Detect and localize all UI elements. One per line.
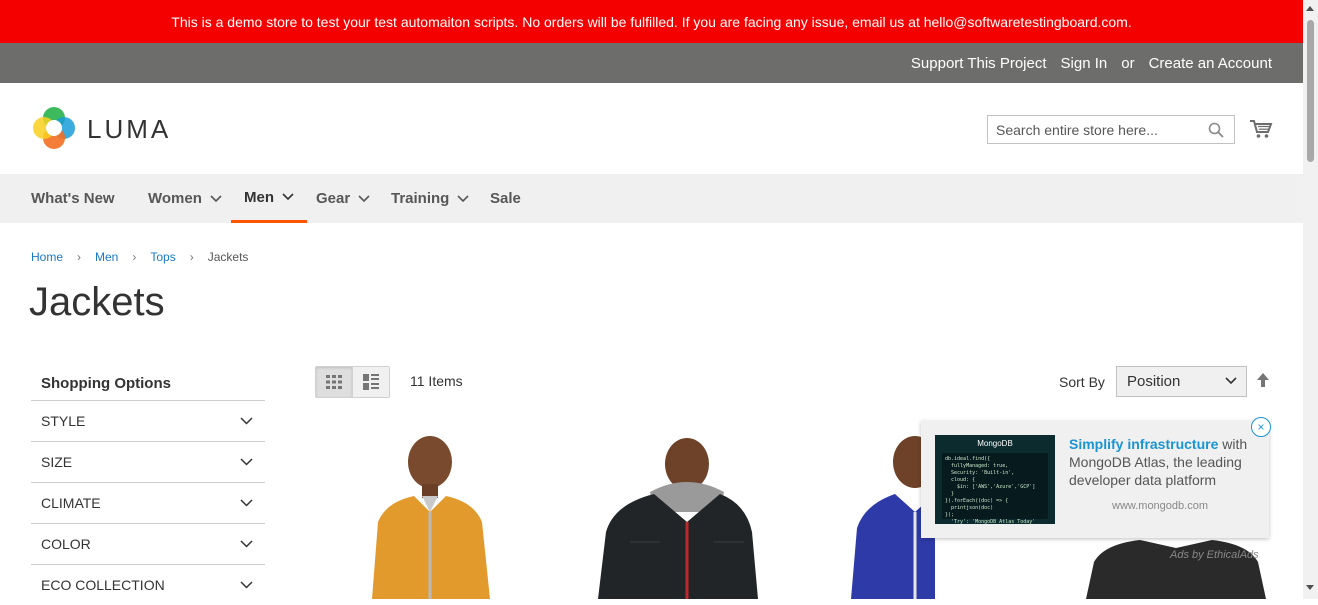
chevron-down-icon — [1225, 377, 1237, 385]
breadcrumb-current: Jackets — [207, 250, 249, 264]
view-mode-switcher — [315, 366, 390, 398]
scroll-up-arrow-icon[interactable] — [1306, 6, 1314, 11]
filter-label: CLIMATE — [41, 495, 101, 511]
search-box — [987, 115, 1235, 144]
list-icon — [363, 374, 379, 390]
chevron-down-icon — [457, 194, 469, 202]
page-title: Jackets — [29, 280, 165, 324]
logo[interactable]: LUMA — [31, 105, 171, 151]
grid-icon — [326, 375, 342, 389]
scrollbar-thumb[interactable] — [1307, 20, 1314, 162]
nav-item-women[interactable]: Women — [148, 174, 222, 223]
sort-by-select[interactable]: Position — [1116, 366, 1247, 397]
sponsored-ad: MongoDB db.ideal.find({ fullyManaged: tr… — [921, 417, 1271, 538]
breadcrumb-home[interactable]: Home — [31, 250, 63, 264]
vertical-scrollbar[interactable] — [1303, 0, 1318, 599]
chevron-down-icon — [240, 458, 253, 466]
nav-item-sale[interactable]: Sale — [490, 174, 521, 223]
header-panel: Support This Project Sign In or Create a… — [0, 43, 1303, 83]
filter-label: ECO COLLECTION — [41, 577, 165, 593]
chevron-down-icon — [240, 581, 253, 589]
or-text: or — [1121, 54, 1135, 72]
nav-label: Sale — [490, 190, 521, 207]
product-image-orange-jacket[interactable] — [350, 432, 510, 599]
breadcrumb: Home › Men › Tops › Jackets — [31, 250, 248, 264]
header-links: Support This Project Sign In or Create a… — [911, 43, 1272, 83]
grid-view-button[interactable] — [316, 367, 352, 397]
filter-label: SIZE — [41, 454, 73, 470]
filter-color[interactable]: COLOR — [31, 523, 265, 564]
sort-by-value: Position — [1127, 373, 1181, 390]
nav-item-training[interactable]: Training — [391, 174, 469, 223]
nav-item-men[interactable]: Men — [231, 174, 307, 223]
shopping-options-sidebar: Shopping Options STYLE SIZE CLIMATE COLO… — [31, 365, 265, 605]
sign-in-link[interactable]: Sign In — [1061, 55, 1108, 72]
ad-credit[interactable]: Ads by EthicalAds — [1170, 549, 1259, 561]
chevron-down-icon — [358, 194, 370, 202]
cart-icon[interactable] — [1249, 119, 1273, 144]
nav-item-whats-new[interactable]: What's New — [31, 174, 115, 223]
breadcrumb-tops[interactable]: Tops — [150, 250, 175, 264]
breadcrumb-men[interactable]: Men — [95, 250, 118, 264]
product-image-black-jacket[interactable] — [590, 432, 760, 599]
create-account-link[interactable]: Create an Account — [1149, 55, 1272, 72]
nav-item-gear[interactable]: Gear — [316, 174, 370, 223]
search-icon[interactable] — [1208, 122, 1224, 143]
nav-label: Gear — [316, 190, 351, 207]
search-input[interactable] — [988, 116, 1214, 143]
nav-label: Women — [148, 190, 202, 207]
filter-label: COLOR — [41, 536, 91, 552]
filter-label: STYLE — [41, 413, 86, 429]
arrow-up-icon[interactable] — [1256, 372, 1270, 393]
chevron-right-icon: › — [77, 250, 82, 264]
ad-image-code: db.ideal.find({ fullyManaged: true, Secu… — [942, 453, 1048, 524]
filter-style[interactable]: STYLE — [31, 400, 265, 441]
chevron-right-icon: › — [132, 250, 137, 264]
chevron-down-icon — [240, 499, 253, 507]
nav-label: Men — [244, 188, 274, 206]
scroll-down-arrow-icon[interactable] — [1306, 585, 1314, 590]
list-view-button[interactable] — [352, 367, 389, 397]
close-icon[interactable]: × — [1251, 417, 1271, 437]
chevron-down-icon — [240, 540, 253, 548]
ad-text[interactable]: Simplify infrastructure with MongoDB Atl… — [1069, 435, 1255, 489]
chevron-down-icon — [282, 193, 294, 201]
banner-text: This is a demo store to test your test a… — [171, 13, 1132, 30]
products-toolbar: 11 Items Sort By Position — [315, 366, 1275, 398]
logo-text: LUMA — [87, 113, 172, 144]
nav-label: What's New — [31, 190, 115, 207]
shopping-options-title: Shopping Options — [41, 375, 171, 392]
filter-climate[interactable]: CLIMATE — [31, 482, 265, 523]
site-header: LUMA — [0, 83, 1303, 174]
ad-headline: Simplify infrastructure — [1069, 436, 1219, 452]
ad-url: www.mongodb.com — [1112, 500, 1208, 512]
chevron-down-icon — [240, 417, 253, 425]
luma-logo-icon — [33, 107, 75, 149]
chevron-down-icon — [210, 194, 222, 202]
ad-image[interactable]: MongoDB db.ideal.find({ fullyManaged: tr… — [935, 435, 1055, 524]
nav-label: Training — [391, 190, 450, 207]
items-count: 11 Items — [410, 373, 463, 389]
support-project-link[interactable]: Support This Project — [911, 55, 1047, 72]
sort-by-label: Sort By — [1059, 374, 1105, 390]
ad-image-brand: MongoDB — [977, 439, 1013, 448]
filter-size[interactable]: SIZE — [31, 441, 265, 482]
chevron-right-icon: › — [189, 250, 194, 264]
demo-store-banner: This is a demo store to test your test a… — [0, 0, 1303, 43]
main-navigation: What's New Women Men Gear Training Sale — [0, 174, 1303, 223]
